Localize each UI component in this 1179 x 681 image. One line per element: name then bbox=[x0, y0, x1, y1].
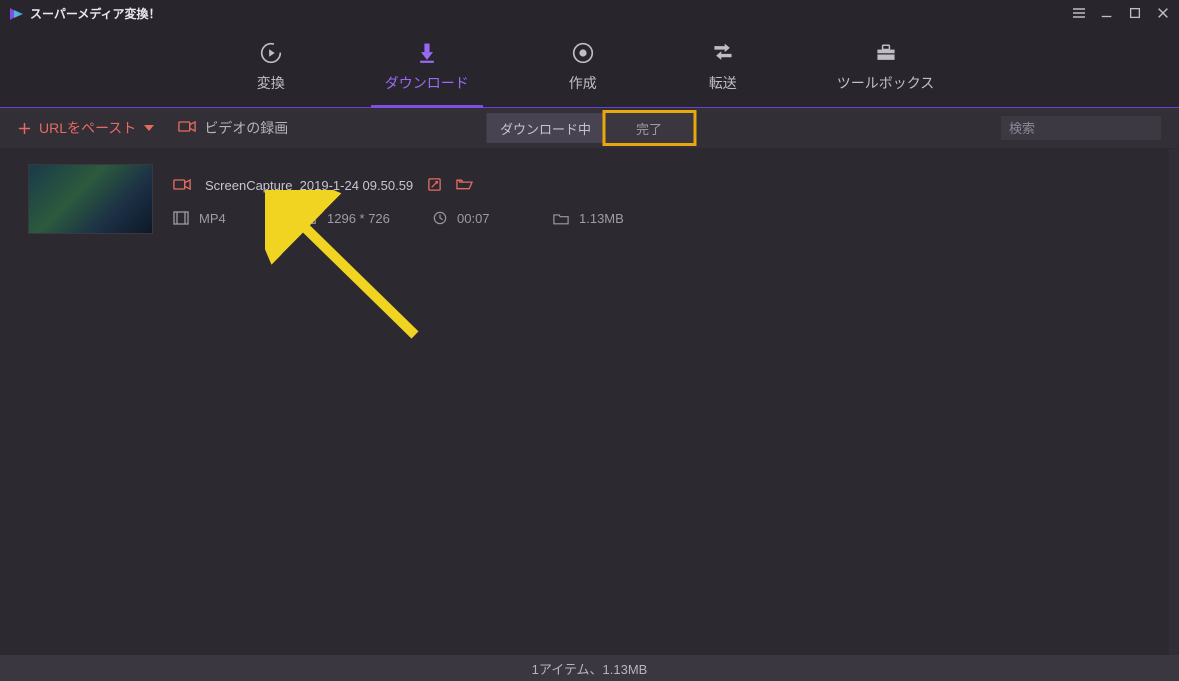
clock-icon bbox=[433, 211, 447, 225]
format-value: MP4 bbox=[199, 211, 226, 226]
nav-tab-label: ツールボックス bbox=[837, 73, 935, 93]
download-toolbar: URLをペースト ビデオの録画 ダウンロード中 完了 bbox=[0, 108, 1179, 148]
download-list: ScreenCapture_2019-1-24 09.50.59 bbox=[0, 148, 1179, 250]
format-meta: MP4 bbox=[173, 211, 303, 226]
nav-tab-create[interactable]: 作成 bbox=[543, 31, 623, 107]
nav-tab-label: 変換 bbox=[257, 73, 285, 93]
toolbar-left: URLをペースト ビデオの録画 bbox=[18, 118, 288, 138]
filesize-meta: 1.13MB bbox=[553, 211, 693, 226]
resolution-meta: 1296 * 726 bbox=[303, 211, 433, 226]
close-button[interactable] bbox=[1155, 5, 1171, 21]
record-video-button[interactable]: ビデオの録画 bbox=[178, 118, 288, 138]
vertical-scrollbar[interactable] bbox=[1169, 149, 1179, 655]
nav-tab-transfer[interactable]: 転送 bbox=[683, 31, 763, 107]
title-bar: スーパーメディア変換！ bbox=[0, 0, 1179, 26]
list-item[interactable]: ScreenCapture_2019-1-24 09.50.59 bbox=[0, 154, 1179, 244]
status-summary: 1アイテム、1.13MB bbox=[532, 659, 648, 678]
nav-tab-label: 作成 bbox=[569, 73, 597, 93]
app-logo-icon bbox=[8, 6, 22, 20]
title-bar-right bbox=[1071, 5, 1171, 21]
resolution-value: 1296 * 726 bbox=[327, 211, 390, 226]
chevron-down-icon bbox=[144, 125, 154, 131]
item-info: ScreenCapture_2019-1-24 09.50.59 bbox=[173, 173, 1151, 226]
record-video-label: ビデオの録画 bbox=[204, 118, 288, 138]
subtab-completed[interactable]: 完了 bbox=[605, 113, 693, 143]
nav-tab-toolbox[interactable]: ツールボックス bbox=[823, 31, 949, 107]
title-bar-left: スーパーメディア変換！ bbox=[8, 5, 161, 22]
film-icon bbox=[173, 211, 189, 225]
transfer-icon bbox=[710, 41, 736, 65]
download-icon bbox=[414, 41, 440, 65]
camera-icon bbox=[178, 120, 196, 136]
nav-tab-download[interactable]: ダウンロード bbox=[371, 31, 483, 107]
folder-icon bbox=[553, 212, 569, 225]
item-info-top: ScreenCapture_2019-1-24 09.50.59 bbox=[173, 177, 1151, 195]
edit-icon[interactable] bbox=[427, 177, 442, 195]
main-nav: 変換 ダウンロード 作成 転送 bbox=[0, 26, 1179, 108]
maximize-button[interactable] bbox=[1127, 5, 1143, 21]
item-info-bottom: MP4 1296 * 726 00:07 bbox=[173, 211, 1151, 226]
convert-icon bbox=[258, 41, 284, 65]
nav-tab-label: 転送 bbox=[709, 73, 737, 93]
app-title: スーパーメディア変換！ bbox=[30, 5, 161, 22]
subtab-label: ダウンロード中 bbox=[500, 119, 591, 138]
search-input[interactable] bbox=[1001, 116, 1161, 140]
status-bar: 1アイテム、1.13MB bbox=[0, 655, 1179, 681]
toolbar-right bbox=[1001, 116, 1161, 140]
toolbox-icon bbox=[873, 41, 899, 65]
subtab-label: 完了 bbox=[636, 119, 662, 138]
subtab-downloading[interactable]: ダウンロード中 bbox=[486, 113, 605, 143]
expand-icon bbox=[303, 211, 317, 225]
nav-tab-convert[interactable]: 変換 bbox=[231, 31, 311, 107]
paste-url-button[interactable]: URLをペースト bbox=[18, 118, 154, 138]
paste-url-label: URLをペースト bbox=[39, 118, 136, 138]
disc-icon bbox=[570, 41, 596, 65]
download-subtabs: ダウンロード中 完了 bbox=[486, 113, 693, 143]
camera-icon bbox=[173, 178, 191, 194]
duration-meta: 00:07 bbox=[433, 211, 553, 226]
minimize-button[interactable] bbox=[1099, 5, 1115, 21]
open-folder-icon[interactable] bbox=[456, 177, 473, 194]
filesize-value: 1.13MB bbox=[579, 211, 624, 226]
file-name: ScreenCapture_2019-1-24 09.50.59 bbox=[205, 178, 413, 193]
nav-tab-label: ダウンロード bbox=[385, 73, 469, 93]
hamburger-menu-icon[interactable] bbox=[1071, 5, 1087, 21]
duration-value: 00:07 bbox=[457, 211, 490, 226]
video-thumbnail[interactable] bbox=[28, 164, 153, 234]
